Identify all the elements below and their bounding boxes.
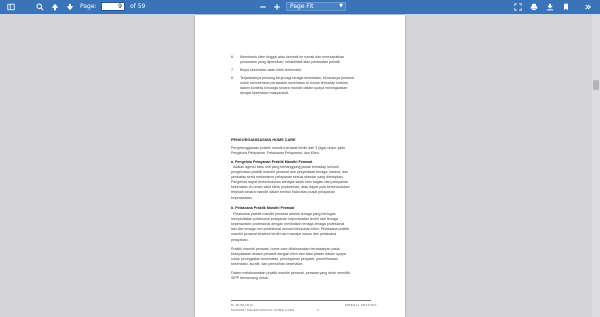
paragraph-line: Pengelola dapat berkedudukan sebagai sal… (231, 180, 349, 184)
footer-author: M. BUDIARJA (231, 303, 254, 307)
paragraph-line: lain dan tenaga non profesional sesuai k… (231, 227, 350, 231)
minus-icon[interactable] (258, 2, 268, 12)
paragraph-line: pelayanan. (231, 238, 249, 242)
footer-book-title: MANDIRI KEPERAWATAN HOME CARE (231, 308, 295, 312)
page-total: of 59 (130, 3, 146, 10)
chevron-down-icon: ▼ (339, 3, 343, 9)
footer-right: ISBEDAL PRAKTEK (345, 303, 377, 307)
paragraph-line: Dalam melaksanakan praktik mandiri peraw… (231, 271, 351, 275)
pdf-toolbar: Page: 9 of 59 Page Fit ▼ (0, 0, 600, 14)
list-number: 7. (231, 68, 234, 72)
pdf-page: 6. Membantu klien tinggal atau kembali k… (195, 15, 405, 317)
plus-icon[interactable] (272, 2, 282, 12)
zoom-select[interactable]: Page Fit ▼ (286, 2, 346, 11)
subsection-title: a. Pengelola Pelayanan Praktik Mandiri P… (231, 160, 313, 164)
up-arrow-icon[interactable] (50, 2, 60, 12)
fullscreen-icon[interactable] (513, 2, 523, 12)
paragraph-line: Penyelenggaraan praktik mandiri perawat … (231, 146, 346, 150)
page-number-input[interactable]: 9 (101, 2, 125, 11)
paragraph-line: Praktik mandiri perawat, home care dilak… (231, 247, 340, 251)
paragraph-line: kesehatan di rumah sakit klinik puskesma… (231, 185, 350, 189)
footer-divider (231, 300, 371, 301)
zoom-value: Page Fit (290, 3, 314, 10)
paragraph-line: untuk peningkatan kesehatan, pencegahan … (231, 257, 338, 261)
list-item-line: dalam konteks keluarga secara mandiri da… (240, 86, 348, 90)
paragraph-line: pengelolaan praktik mandiri perawat dan … (231, 170, 349, 174)
paragraph-line: keperawatan profesional dengan melibatka… (231, 222, 345, 226)
bookmark-icon[interactable] (561, 2, 571, 12)
subsection-title: b. Pelaksana Praktik Mandiri Perawat (231, 206, 295, 210)
paragraph-line: Pengelola Pelayanan, Pelaksana Pelayanan… (231, 151, 320, 155)
paragraph-line: SIPP berwenang untuk: (231, 276, 269, 280)
list-item-line: derajat kesehatan masyarakat. (240, 91, 290, 95)
scrollbar[interactable] (592, 14, 600, 317)
print-icon[interactable] (529, 2, 539, 12)
scrollbar-thumb[interactable] (593, 80, 599, 90)
list-number: 8. (231, 76, 234, 80)
paragraph-line: Adalah agensi atau unit yang bertanggung… (233, 165, 339, 169)
section-title: PENGORGANISASIAN HOME CARE (231, 138, 296, 142)
paragraph-line: peralatan serta mekanisme pelayanan sesu… (231, 175, 344, 179)
download-icon[interactable] (545, 2, 555, 12)
sidebar-toggle-icon[interactable] (6, 2, 16, 12)
footer-page-number: 9 (317, 308, 319, 312)
list-item-line: untuk memberikan perawatan kesehatan di … (240, 81, 349, 85)
list-item-line: Biaya kesehatan akan lebih terkendali. (240, 68, 302, 72)
list-item-line: Terjadwalnya peluang kerja bagi tenaga k… (240, 76, 354, 80)
paragraph-line: kesepakatan antara perawat dengan klien … (231, 252, 346, 256)
page-label: Page: (80, 3, 97, 10)
paragraph-line: terpisah secara mandiri dalam bentuk bal… (231, 190, 335, 194)
search-icon[interactable] (35, 2, 45, 12)
list-number: 6. (231, 55, 234, 59)
down-arrow-icon[interactable] (65, 2, 75, 12)
paragraph-line: menyediakan pelaksana pelayanan keperawa… (231, 217, 338, 221)
paragraph-line: keperawatan. (231, 196, 253, 200)
more-icon[interactable] (583, 2, 593, 12)
list-item-line: perawatan yang diperlukan, rehabilitasi … (240, 60, 341, 64)
paragraph-line: Pelaksana praktik mandiri perawat adalah… (233, 212, 336, 216)
list-item-line: Membantu klien tinggal atau kembali ke r… (240, 55, 345, 59)
paragraph-line: mandiri perawat tersebut terdiri dari ma… (231, 232, 337, 236)
paragraph-line: kesehatan, kuratif, dan pemulihan keseha… (231, 262, 304, 266)
